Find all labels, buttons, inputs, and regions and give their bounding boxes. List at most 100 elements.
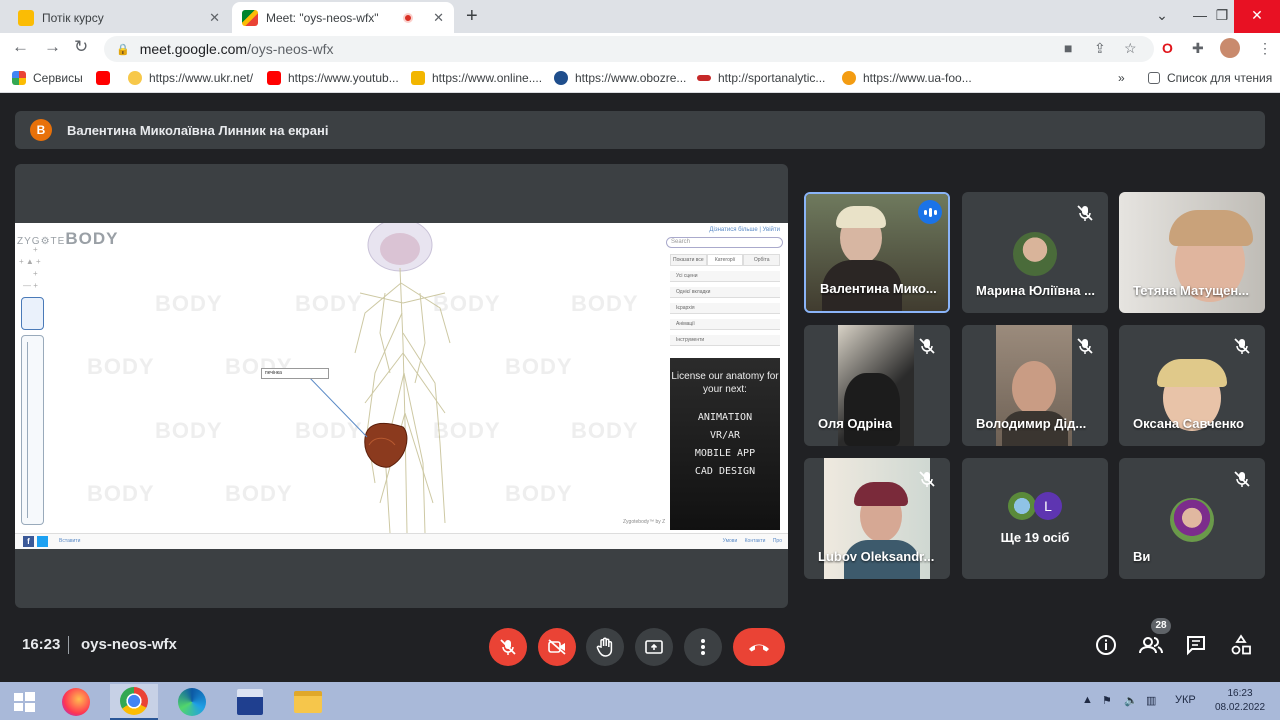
hand-icon: [596, 637, 613, 657]
embed-link[interactable]: Вставити: [59, 538, 80, 544]
taskbar-edge[interactable]: [168, 684, 216, 720]
flag-icon[interactable]: ⚑: [1102, 694, 1112, 707]
participant-tile[interactable]: Володимир Дід...: [962, 325, 1108, 446]
profile-avatar[interactable]: [1220, 38, 1240, 58]
bookmark-star-icon[interactable]: ☆: [1124, 40, 1137, 57]
tab-course-stream[interactable]: Потік курсу ✕: [8, 2, 230, 33]
navigation-pad[interactable]: + + ▲ + + — +: [19, 245, 59, 290]
close-tab-icon[interactable]: ✕: [433, 10, 444, 26]
bookmark-ukrnet[interactable]: https://www.ukr.net/: [128, 71, 253, 85]
bookmark-label: https://www.obozre...: [575, 71, 687, 85]
apps-grid-icon: [12, 71, 26, 85]
recording-indicator-icon: [403, 12, 414, 23]
watermark: BODY: [571, 291, 639, 316]
edge-icon: [178, 688, 206, 716]
network-icon[interactable]: ▥: [1146, 694, 1156, 707]
participant-tile[interactable]: Lubov Oleksandr...: [804, 458, 950, 579]
window-close-button[interactable]: ✕: [1234, 0, 1280, 33]
system-clock[interactable]: 16:23 08.02.2022: [1210, 687, 1270, 715]
share-icon[interactable]: ⇪: [1094, 40, 1106, 57]
camera-icon[interactable]: ■: [1064, 40, 1072, 56]
bookmarks-more-button[interactable]: »: [1118, 71, 1125, 85]
zygote-top-links[interactable]: Дізнатися більше | Увійти: [709, 227, 780, 233]
mic-toggle-button[interactable]: [489, 628, 527, 666]
mic-off-icon: [919, 338, 935, 354]
meeting-code: oys-neos-wfx: [81, 636, 177, 653]
bookmark-youtube[interactable]: [96, 71, 117, 85]
reading-list-icon: [1148, 72, 1160, 84]
present-now-button[interactable]: [635, 628, 673, 666]
new-tab-button[interactable]: +: [466, 5, 478, 28]
clock-date: 08.02.2022: [1214, 702, 1266, 713]
camera-toggle-button[interactable]: [538, 628, 576, 666]
activities-button[interactable]: [1228, 632, 1254, 658]
youtube-icon: [267, 71, 281, 85]
organ-label[interactable]: печінка: [261, 368, 329, 379]
obozrevatel-icon: [554, 71, 568, 85]
people-button[interactable]: [1138, 632, 1164, 658]
zygote-row[interactable]: Анімації: [670, 319, 780, 330]
tab-meet[interactable]: Meet: "oys-neos-wfx" ✕: [232, 2, 454, 33]
mic-off-icon: [1077, 338, 1093, 354]
clock-time: 16:23: [1227, 688, 1253, 699]
footer-links[interactable]: Умови Контакти Про: [723, 538, 782, 544]
opera-icon[interactable]: O: [1162, 40, 1173, 56]
participant-tile[interactable]: Валентина Мико...: [804, 192, 950, 313]
close-tab-icon[interactable]: ✕: [209, 10, 220, 26]
zygote-row[interactable]: Інструменти: [670, 335, 780, 346]
zygote-search-input[interactable]: Search: [666, 237, 783, 248]
facebook-icon[interactable]: f: [23, 536, 34, 547]
address-bar[interactable]: 🔒 meet.google.com /oys-neos-wfx: [104, 36, 1154, 62]
bookmark-label: https://www.youtub...: [288, 71, 399, 85]
bookmark-youtube-2[interactable]: https://www.youtub...: [267, 71, 399, 85]
back-button[interactable]: ←: [12, 37, 29, 57]
chat-button[interactable]: [1183, 632, 1209, 658]
taskbar-firefox[interactable]: [52, 684, 100, 720]
participant-tile[interactable]: Оксана Савченко: [1119, 325, 1265, 446]
bookmark-ua-football[interactable]: https://www.ua-foo...: [842, 71, 972, 85]
participant-tile[interactable]: Оля Одріна: [804, 325, 950, 446]
presenter-banner-text: Валентина Миколаївна Линник на екрані: [67, 122, 329, 138]
participant-tile[interactable]: Тетяна Матущен...: [1119, 192, 1265, 313]
participant-tile[interactable]: Марина Юліївна ...: [962, 192, 1108, 313]
bookmark-online[interactable]: https://www.online....: [411, 71, 542, 85]
start-button[interactable]: [0, 684, 48, 720]
bookmark-services[interactable]: Сервисы: [12, 71, 83, 85]
raise-hand-button[interactable]: [586, 628, 624, 666]
zygote-row[interactable]: Однієї вкладки: [670, 287, 780, 298]
taskbar-file-explorer[interactable]: [284, 684, 332, 720]
meeting-details-button[interactable]: [1093, 632, 1119, 658]
more-participants-tile[interactable]: L Ще 19 осіб: [962, 458, 1108, 579]
zygote-tab[interactable]: Орбіта: [743, 254, 781, 266]
forward-button[interactable]: →: [44, 37, 61, 57]
activities-icon: [1231, 634, 1251, 655]
zygote-tab[interactable]: Категорії: [706, 254, 744, 266]
zygote-row[interactable]: Ієрархія: [670, 303, 780, 314]
watermark: BODY: [505, 481, 573, 506]
tray-expand-icon[interactable]: ▲: [1082, 694, 1093, 706]
keyboard-language[interactable]: УКР: [1175, 694, 1196, 706]
ukrnet-icon: [128, 71, 142, 85]
self-tile[interactable]: Ви: [1119, 458, 1265, 579]
opacity-slider[interactable]: [21, 335, 44, 525]
license-ad[interactable]: License our anatomy for your next: ANIMA…: [670, 358, 780, 530]
taskbar-save-app[interactable]: [226, 684, 274, 720]
firefox-icon: [62, 688, 90, 716]
more-options-button[interactable]: [684, 628, 722, 666]
bookmark-sportanalytic[interactable]: http://sportanalytic...: [697, 71, 825, 85]
menu-icon[interactable]: ⋮: [1258, 40, 1272, 57]
extensions-icon[interactable]: ✚: [1192, 40, 1204, 57]
zygote-tab[interactable]: Показати все: [670, 254, 707, 266]
zygote-row[interactable]: Усі сцени: [670, 271, 780, 282]
presentation-area: ZYG⚙TEBODY BODY BODY BODY BODY BODY BODY…: [15, 164, 788, 608]
volume-icon[interactable]: 🔈: [1124, 694, 1138, 707]
tab-search-icon[interactable]: ⌄: [1142, 0, 1182, 33]
layer-selector[interactable]: [21, 297, 44, 330]
reload-button[interactable]: ↻: [74, 37, 88, 57]
reading-list[interactable]: Список для чтения: [1148, 71, 1272, 85]
leave-call-button[interactable]: [733, 628, 785, 666]
bookmark-obozrevatel[interactable]: https://www.obozre...: [554, 71, 686, 85]
twitter-icon[interactable]: [37, 536, 48, 547]
taskbar-chrome[interactable]: [110, 684, 158, 720]
organ-label-text: печінка: [265, 370, 282, 376]
